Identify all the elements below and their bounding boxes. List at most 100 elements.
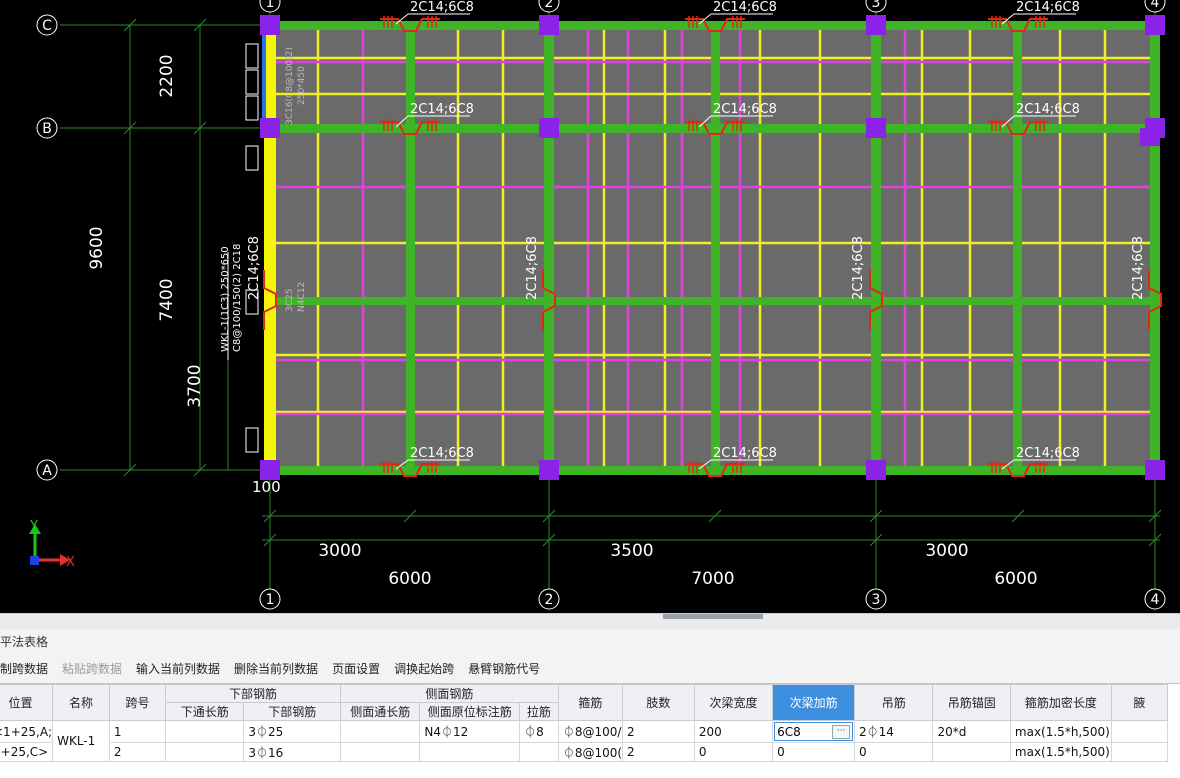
cell-extra[interactable]	[1110, 720, 1169, 743]
cell-side-annot[interactable]	[419, 742, 521, 762]
main-beam	[1013, 25, 1022, 470]
selected-beam-highlight	[262, 32, 266, 126]
cell-legs[interactable]: 2	[622, 742, 695, 762]
cell-position[interactable]: <1+25,A;	[0, 720, 54, 743]
cell-dense-len[interactable]: max(1.5*h,500)	[1009, 742, 1112, 762]
opening-marker	[245, 43, 259, 69]
cell-stirrup[interactable]: ⏀8@100/	[557, 720, 624, 743]
cell-stirrup[interactable]: ⏀8@100(	[557, 742, 624, 762]
cell-position[interactable]: 1+25,C>	[0, 742, 54, 762]
dimension-text: 3500	[610, 541, 653, 561]
dimension-text: 3000	[318, 541, 361, 561]
column	[866, 460, 886, 480]
cell-bottom-rebar[interactable]: 3⏀25	[243, 720, 342, 743]
column	[539, 460, 559, 480]
dimension-text: 7400	[157, 278, 177, 321]
beam-annotation-vertical: 2C14;6C8	[851, 236, 866, 300]
cell-bottom-rebar[interactable]: 3⏀16	[243, 742, 342, 762]
sec-add-input[interactable]	[775, 724, 832, 739]
input-column-data-button[interactable]: 输入当前列数据	[136, 660, 220, 677]
beam-annotation-vertical: 2C14;6C8	[1131, 236, 1146, 300]
opening-marker	[245, 145, 259, 171]
main-beam	[406, 25, 415, 470]
swap-start-span-button[interactable]: 调换起始跨	[394, 660, 454, 677]
cell-hanger[interactable]: 0	[853, 742, 934, 762]
axis-bubble-bottom-label: 2	[545, 592, 554, 608]
col-header-legs[interactable]: 肢数	[622, 684, 695, 721]
floor-plan-drawing[interactable]: 2C14;6C8 2C14;6C8 2C14;6C8 2C14;6C8 2C14;6C8…	[0, 0, 1180, 613]
paste-span-data-button[interactable]: 粘贴跨数据	[62, 660, 122, 677]
beam-annotation: 2C14;6C8	[1016, 0, 1080, 15]
cad-drawing-canvas[interactable]: 2C14;6C8 2C14;6C8 2C14;6C8 2C14;6C8 2C14;6C8…	[0, 0, 1180, 613]
col-header-span[interactable]: 跨号	[108, 684, 167, 721]
cell-editor[interactable]: ···	[774, 722, 853, 741]
cantilever-rebar-code-button[interactable]: 悬臂钢筋代号	[468, 660, 540, 677]
beam-annotation: 2C14;6C8	[713, 0, 777, 15]
cell-sec-add[interactable]: 0	[772, 742, 855, 762]
page-setup-button[interactable]: 页面设置	[332, 660, 380, 677]
main-beam	[1150, 25, 1160, 470]
cell-span[interactable]: 2	[108, 742, 167, 762]
selected-beam-label: C8@100/150(2) 2C18	[232, 244, 243, 352]
col-header-bottom-through[interactable]: 下通长筋	[165, 702, 245, 721]
cell-tie[interactable]: ⏀8	[519, 720, 559, 743]
copy-span-data-button[interactable]: 复制跨数据	[0, 660, 48, 677]
dimension-text: 7000	[691, 569, 734, 589]
cell-hanger[interactable]: 2⏀14	[853, 720, 934, 743]
axis-bubble-top-label: 3	[872, 0, 881, 11]
axis-bubble-left-label: C	[42, 18, 52, 34]
beam-annotation: 2C14;6C8	[410, 446, 474, 461]
col-header-dense-len[interactable]: 箍筋加密长度	[1009, 684, 1112, 721]
cell-bottom-through[interactable]	[165, 720, 245, 743]
cell-extra[interactable]	[1110, 742, 1169, 762]
panel-splitter[interactable]	[0, 613, 1180, 630]
cell-legs[interactable]: 2	[622, 720, 695, 743]
cell-hanger-anchor[interactable]: 20*d	[932, 720, 1011, 743]
cell-span[interactable]: 1	[108, 720, 167, 743]
col-header-sec-width[interactable]: 次梁宽度	[693, 684, 774, 721]
beam-table: 位置 名称 跨号 下部钢筋 侧面钢筋 箍筋 肢数 次梁宽度 次梁加筋 吊筋 吊筋…	[0, 684, 1169, 762]
dimension-text: 3700	[185, 364, 205, 407]
cell-sec-width[interactable]: 200	[693, 720, 774, 743]
cell-bottom-through[interactable]	[165, 742, 245, 762]
dimension-text: 2200	[157, 54, 177, 97]
table-row[interactable]: <1+25,A; WKL-1 1 3⏀25 N4⏀12 ⏀8 ⏀8@100/ 2…	[0, 720, 1169, 762]
col-header-tie[interactable]: 拉筋	[519, 702, 559, 721]
cell-hanger-anchor[interactable]	[932, 742, 1011, 762]
delete-column-data-button[interactable]: 删除当前列数据	[234, 660, 318, 677]
col-header-extra[interactable]: 腋	[1110, 684, 1169, 721]
col-header-sec-add[interactable]: 次梁加筋	[772, 684, 855, 721]
col-header-hanger[interactable]: 吊筋	[853, 684, 934, 721]
col-header-hanger-anchor[interactable]: 吊筋锚固	[932, 684, 1011, 721]
axis-bubble-bottom-label: 4	[1151, 592, 1160, 608]
main-beam	[544, 25, 554, 470]
cell-dense-len[interactable]: max(1.5*h,500)	[1009, 720, 1112, 743]
beam-annotation: 2C14;6C8	[713, 102, 777, 117]
cell-side-annot[interactable]: N4⏀12	[419, 720, 521, 743]
cell-sec-add-editing[interactable]: ···	[772, 720, 855, 743]
axis-bubble-bottom-label: 3	[872, 592, 881, 608]
cell-side-through[interactable]	[340, 720, 421, 743]
beam-annotation: 2C14;6C8	[713, 446, 777, 461]
ellipsis-button[interactable]: ···	[832, 724, 851, 739]
cell-sec-width[interactable]: 0	[693, 742, 774, 762]
offset-dimension-text: 100	[252, 478, 281, 496]
column	[866, 15, 886, 35]
column	[539, 15, 559, 35]
col-header-name[interactable]: 名称	[52, 684, 110, 721]
axis-bubble-left-label: A	[42, 463, 52, 479]
col-header-position[interactable]: 位置	[0, 684, 54, 721]
cell-side-through[interactable]	[340, 742, 421, 762]
col-header-side-annot[interactable]: 侧面原位标注筋	[419, 702, 521, 721]
col-header-bottom-rebar[interactable]: 下部钢筋	[243, 702, 342, 721]
column	[260, 118, 280, 138]
cell-name[interactable]: WKL-1	[52, 720, 110, 762]
splitter-grip[interactable]	[663, 614, 763, 619]
col-header-stirrup[interactable]: 箍筋	[557, 684, 624, 721]
table-row[interactable]: 1+25,C> 2 3⏀16 ⏀8@100( 2 0 0 0 max(1.5*h…	[0, 742, 1169, 762]
beam-annotation: 2C14;6C8	[410, 102, 474, 117]
axis-bubble-bottom-label: 1	[266, 592, 275, 608]
col-header-side-through[interactable]: 侧面通长筋	[340, 702, 421, 721]
cell-tie[interactable]	[519, 742, 559, 762]
beam-label-faint: 3C16(C8@100(2)	[285, 47, 295, 125]
